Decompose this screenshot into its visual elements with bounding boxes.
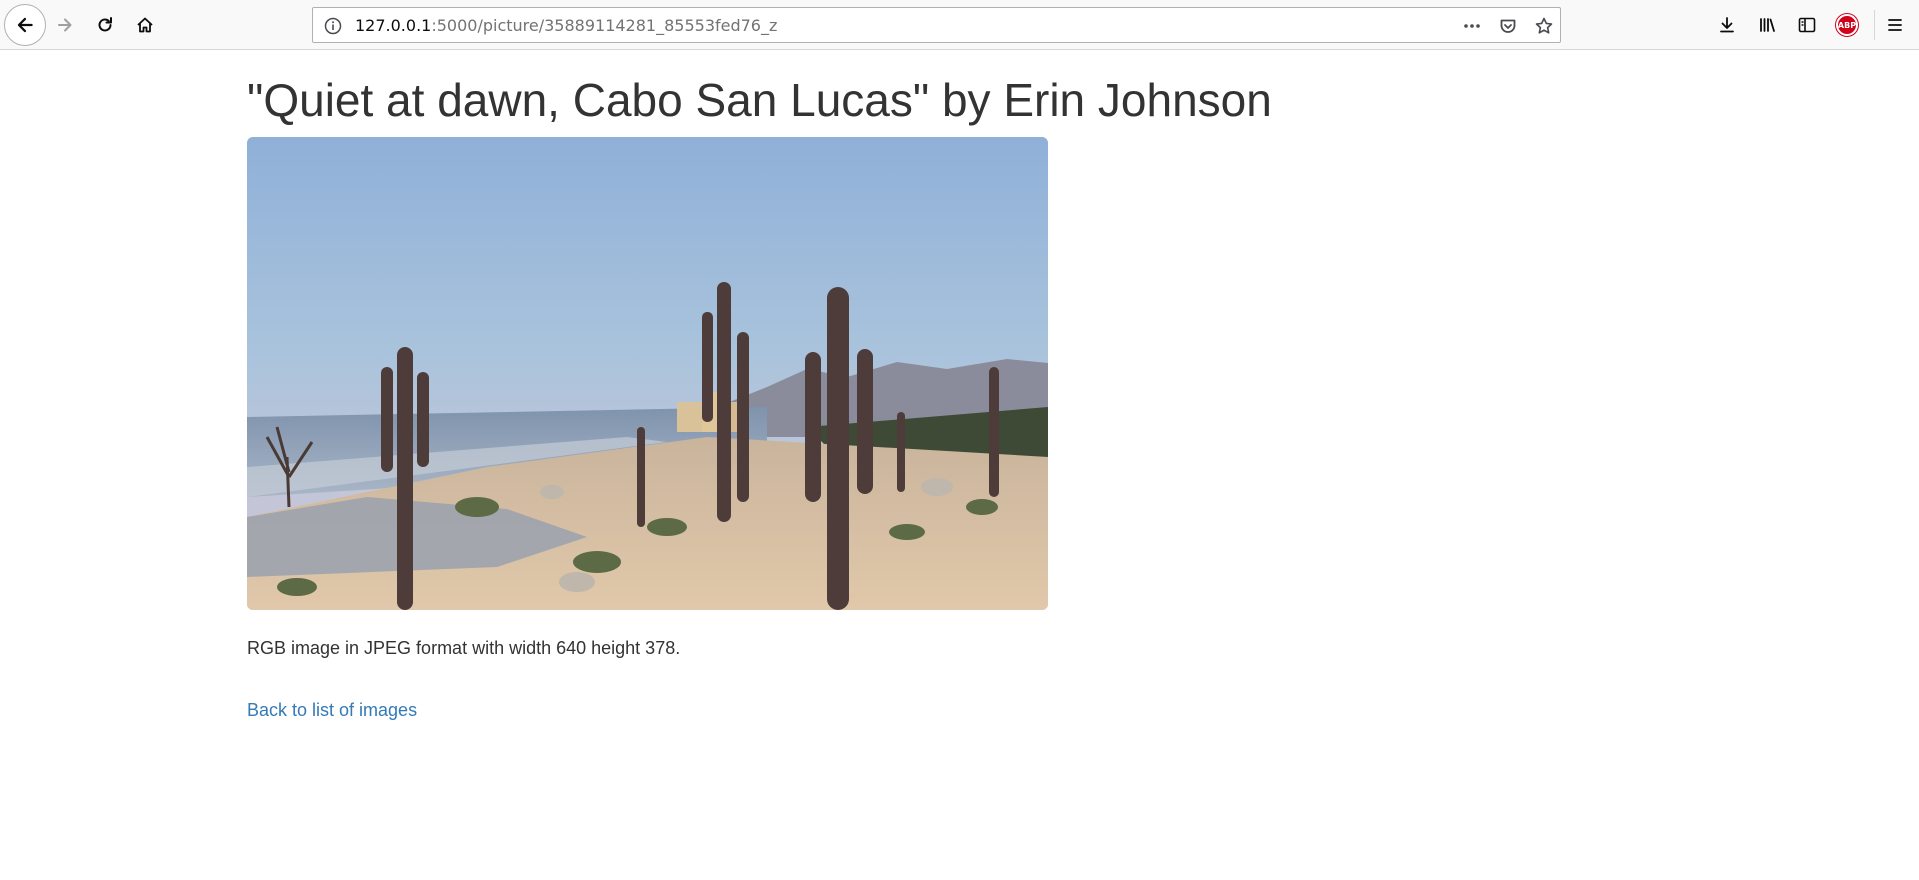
adblock-plus-button[interactable]: ABP <box>1830 8 1864 42</box>
url-host: 127.0.0.1 <box>355 16 432 35</box>
back-arrow-icon <box>17 17 33 33</box>
info-icon[interactable] <box>323 16 343 36</box>
sidebar-button[interactable] <box>1790 8 1824 42</box>
reload-icon <box>98 17 112 32</box>
browser-toolbar: 127.0.0.1:5000/picture/35889114281_85553… <box>0 0 1919 50</box>
reload-button[interactable] <box>88 8 122 42</box>
image-caption: RGB image in JPEG format with width 640 … <box>247 638 681 658</box>
page-title: "Quiet at dawn, Cabo San Lucas" by Erin … <box>247 74 1272 126</box>
library-icon <box>1760 18 1775 32</box>
url-bar[interactable]: 127.0.0.1:5000/picture/35889114281_85553… <box>312 7 1561 43</box>
pocket-button[interactable] <box>1495 13 1521 39</box>
pocket-icon <box>1500 19 1516 33</box>
back-to-list-link[interactable]: Back to list of images <box>247 699 417 721</box>
bookmark-star-button[interactable] <box>1531 13 1557 39</box>
star-icon <box>1535 17 1553 34</box>
forward-button[interactable] <box>48 8 82 42</box>
url-path: :5000/picture/35889114281_85553fed76_z <box>431 16 778 35</box>
photo-image <box>247 137 1048 610</box>
home-icon <box>137 17 153 33</box>
adblock-plus-icon: ABP <box>1836 14 1858 36</box>
download-icon <box>1720 17 1734 33</box>
url-text[interactable]: 127.0.0.1:5000/picture/35889114281_85553… <box>355 16 777 36</box>
page-actions-button[interactable] <box>1459 13 1485 39</box>
toolbar-separator <box>1874 10 1875 40</box>
sidebar-icon <box>1798 17 1816 33</box>
back-button[interactable] <box>4 4 46 46</box>
hamburger-menu-icon <box>1888 19 1902 31</box>
forward-arrow-icon <box>58 18 72 32</box>
downloads-button[interactable] <box>1710 8 1744 42</box>
library-button[interactable] <box>1750 8 1784 42</box>
more-dots-icon <box>1464 24 1480 28</box>
home-button[interactable] <box>128 8 162 42</box>
menu-button[interactable] <box>1878 8 1912 42</box>
